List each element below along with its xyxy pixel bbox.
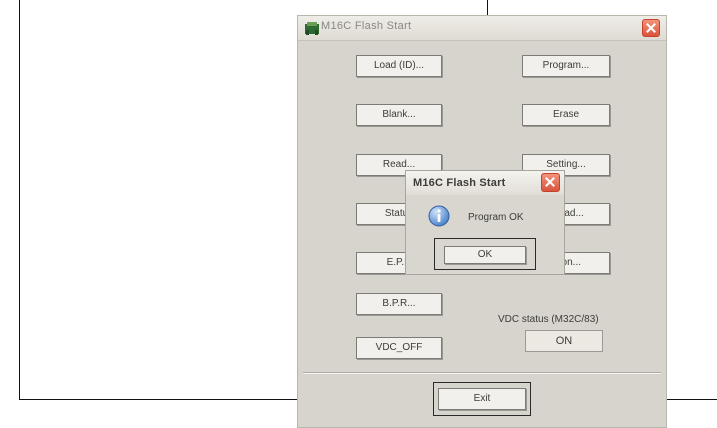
vdc-off-button[interactable]: VDC_OFF <box>356 337 442 359</box>
separator-line <box>303 372 661 374</box>
dialog-title: M16C Flash Start <box>413 177 506 189</box>
dialog-titlebar: M16C Flash Start <box>406 171 564 195</box>
erase-button[interactable]: Erase <box>522 104 610 126</box>
vdc-status-label: VDC status (M32C/83) <box>498 314 599 325</box>
info-icon <box>428 205 450 227</box>
bpr-button[interactable]: B.P.R... <box>356 293 442 315</box>
close-icon[interactable] <box>541 173 560 192</box>
ok-callout-outline <box>434 238 536 270</box>
dialog-message: Program OK <box>468 212 524 223</box>
close-icon[interactable] <box>642 19 660 37</box>
vdc-status-value: ON <box>525 330 603 352</box>
callout-frame-left <box>19 0 20 399</box>
main-window-titlebar: M16C Flash Start <box>298 16 666 41</box>
load-id-button[interactable]: Load (ID)... <box>356 55 442 77</box>
blank-button[interactable]: Blank... <box>356 104 442 126</box>
exit-callout-outline <box>433 382 531 416</box>
program-button[interactable]: Program... <box>522 55 610 77</box>
chip-icon <box>305 22 319 35</box>
main-window-title: M16C Flash Start <box>321 20 412 32</box>
